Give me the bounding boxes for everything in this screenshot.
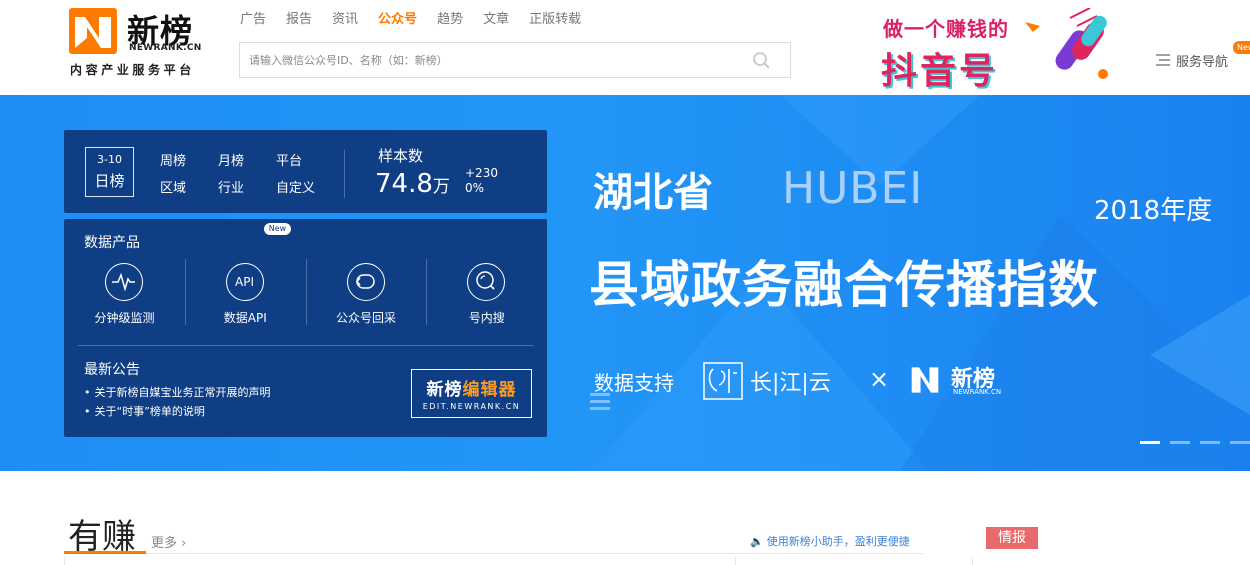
data-products-panel: 数据产品 分钟级监测 API 数据API 公众号回采 号内搜 New 最新公告 … xyxy=(64,219,547,437)
carousel-dots xyxy=(1140,441,1250,444)
return-icon xyxy=(346,263,385,301)
api-icon: API xyxy=(225,263,264,301)
product-minute-monitor[interactable]: 分钟级监测 xyxy=(64,259,185,329)
search-box xyxy=(239,42,791,78)
top-nav: 广告 报告 资讯 公众号 趋势 文章 正版转载 xyxy=(240,10,601,30)
sample-delta-pct: 0% xyxy=(465,181,485,195)
newrank-logo-icon xyxy=(911,367,939,393)
search-icon[interactable] xyxy=(752,51,772,71)
sample-value: 74.8万 xyxy=(375,169,450,199)
divider xyxy=(972,557,973,565)
banner-year: 2018年度 xyxy=(1094,196,1213,226)
divider xyxy=(78,345,534,346)
product-label: 数据API xyxy=(223,311,267,325)
rank-link[interactable]: 区域 xyxy=(160,177,218,196)
rank-link[interactable]: 行业 xyxy=(218,177,276,196)
site-logo[interactable]: 新榜 NEWRANK.CN 内容产业服务平台 xyxy=(69,8,219,80)
divider xyxy=(64,553,924,554)
rank-link[interactable]: 月榜 xyxy=(218,150,276,169)
rank-link[interactable]: 自定义 xyxy=(276,177,334,196)
ad-headline: 做一个赚钱的 xyxy=(883,17,1009,41)
ranking-panel: 3-10 日榜 周榜 月榜 平台 区域 行业 自定义 样本数 74.8万 +230 0% xyxy=(64,130,547,213)
carousel-dot[interactable] xyxy=(1140,441,1160,444)
editor-name-part1: 新榜 xyxy=(426,380,463,400)
product-account-recall[interactable]: 公众号回采 xyxy=(305,259,427,329)
editor-domain: EDIT.NEWRANK.CN xyxy=(422,402,521,411)
speaker-icon: 🔈 xyxy=(750,535,764,548)
pulse-icon xyxy=(105,263,143,301)
sample-delta-count: +230 xyxy=(465,166,498,180)
api-icon-text: API xyxy=(235,275,254,289)
times-icon: × xyxy=(869,365,890,393)
newrank-logo-icon xyxy=(69,8,117,54)
douyin-ad-banner[interactable]: 做一个赚钱的 抖音号 xyxy=(865,8,1115,92)
banner-support-label: 数据支持 xyxy=(594,371,674,395)
announcement-item[interactable]: 关于“时事”榜单的说明 xyxy=(84,402,271,421)
nav-item[interactable]: 报告 xyxy=(286,10,312,30)
new-badge: New xyxy=(1233,41,1250,54)
daily-rank-button[interactable]: 3-10 日榜 xyxy=(85,147,134,197)
menu-icon xyxy=(1156,51,1170,70)
banner-subheadline: 县域政务融合传播指数 xyxy=(589,256,1099,314)
more-link[interactable]: 更多 › xyxy=(151,532,186,551)
sample-number: 74.8 xyxy=(375,169,433,199)
nav-item[interactable]: 公众号 xyxy=(378,10,417,30)
logo-slogan: 内容产业服务平台 xyxy=(70,63,195,77)
service-nav-label: 服务导航 xyxy=(1176,54,1229,70)
assistant-link[interactable]: 🔈 使用新榜小助手，盈利更便捷 xyxy=(750,533,910,549)
editor-name-part2: 编辑器 xyxy=(462,380,517,400)
ad-title: 抖音号 xyxy=(881,51,999,92)
content-box xyxy=(64,557,736,565)
carousel-dot[interactable] xyxy=(1200,441,1220,444)
section-underline xyxy=(64,551,146,554)
data-products-title: 数据产品 xyxy=(84,235,140,251)
partner2-domain: NEWRANK.CN xyxy=(953,388,1002,396)
more-label: 更多 xyxy=(151,536,178,551)
rank-link[interactable]: 平台 xyxy=(276,150,334,169)
intel-tag[interactable]: 情报 xyxy=(986,527,1038,549)
partner-name: 长|江|云 xyxy=(750,371,831,396)
banner-headline: 湖北省 xyxy=(593,170,713,216)
page: 新榜 NEWRANK.CN 内容产业服务平台 广告 报告 资讯 公众号 趋势 文章 正版转载 xyxy=(0,0,1250,565)
nav-item[interactable]: 趋势 xyxy=(437,10,463,30)
chevron-right-icon: › xyxy=(181,536,187,551)
product-list: 分钟级监测 API 数据API 公众号回采 号内搜 xyxy=(64,259,547,329)
rank-links: 周榜 月榜 平台 区域 行业 自定义 xyxy=(160,150,330,196)
new-badge: New xyxy=(264,223,291,235)
nav-item[interactable]: 广告 xyxy=(240,10,266,30)
product-in-account-search[interactable]: 号内搜 xyxy=(426,259,547,329)
rank-period: 日榜 xyxy=(94,172,125,190)
product-label: 分钟级监测 xyxy=(94,311,155,325)
banner-headline-en: HUBEI xyxy=(782,163,924,214)
hero-banner[interactable]: 3-10 日榜 周榜 月榜 平台 区域 行业 自定义 样本数 74.8万 +230 0% 数… xyxy=(0,95,1250,471)
service-nav-button[interactable]: 服务导航 xyxy=(1156,50,1228,70)
product-label: 号内搜 xyxy=(468,311,505,325)
header: 新榜 NEWRANK.CN 内容产业服务平台 广告 报告 资讯 公众号 趋势 文章 正版转载 xyxy=(0,0,1250,95)
assistant-label: 使用新榜小助手，盈利更便捷 xyxy=(766,535,910,548)
nav-item[interactable]: 文章 xyxy=(483,10,509,30)
product-label: 公众号回采 xyxy=(335,311,396,325)
sample-delta: +230 0% xyxy=(465,166,498,196)
divider xyxy=(344,150,345,198)
sample-label: 样本数 xyxy=(378,147,424,165)
announcement-list: 关于新榜自媒宝业务正常开展的声明 关于“时事”榜单的说明 xyxy=(84,383,271,421)
carousel-dot[interactable] xyxy=(1230,441,1250,444)
search-input[interactable] xyxy=(240,43,740,77)
rank-date: 3-10 xyxy=(97,153,122,166)
editor-name: 新榜编辑器 xyxy=(412,375,531,400)
nav-item[interactable]: 正版转载 xyxy=(529,10,581,30)
search-icon xyxy=(467,263,506,301)
editor-link[interactable]: 新榜编辑器 EDIT.NEWRANK.CN xyxy=(411,369,532,418)
rank-link[interactable]: 周榜 xyxy=(160,150,218,169)
product-data-api[interactable]: API 数据API xyxy=(184,259,306,329)
nav-item[interactable]: 资讯 xyxy=(332,10,358,30)
announcements-title: 最新公告 xyxy=(84,362,140,378)
carousel-dot[interactable] xyxy=(1170,441,1190,444)
announcement-item[interactable]: 关于新榜自媒宝业务正常开展的声明 xyxy=(84,383,271,402)
logo-domain: NEWRANK.CN xyxy=(129,43,202,53)
sample-unit: 万 xyxy=(432,177,450,197)
